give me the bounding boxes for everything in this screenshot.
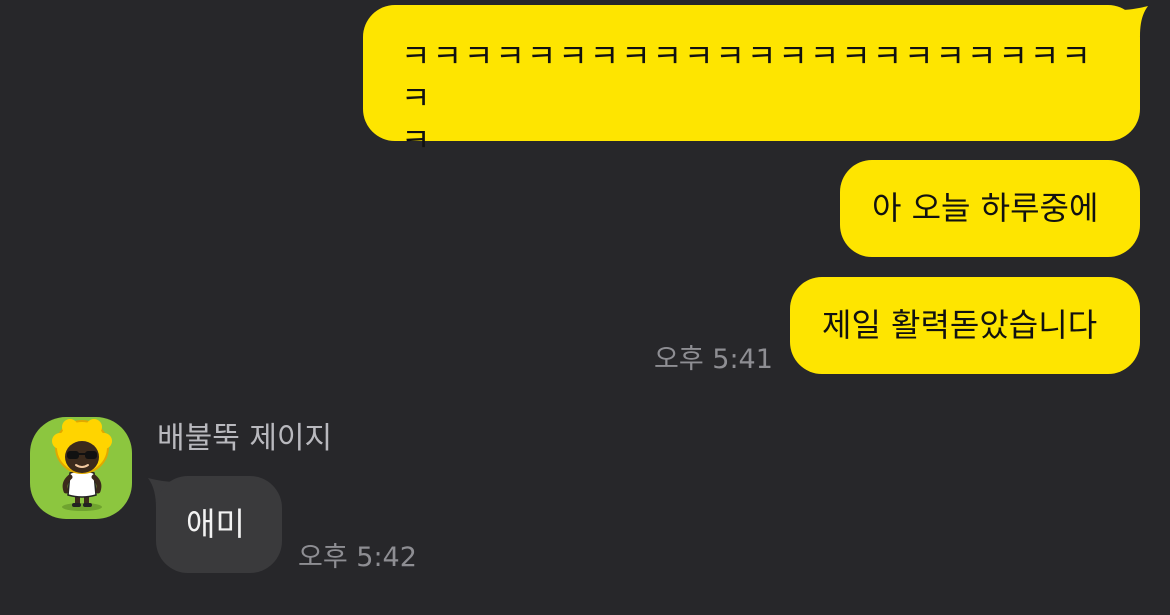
message-text: 아 오늘 하루중에	[872, 189, 1099, 227]
message-text: 애미	[186, 505, 245, 543]
sent-message-bubble[interactable]: 제일 활력돋았습니다	[790, 277, 1140, 374]
sent-message-bubble[interactable]: 아 오늘 하루중에	[840, 160, 1140, 257]
message-text: 제일 활력돋았습니다	[822, 306, 1098, 344]
bubble-tail	[1120, 6, 1148, 36]
message-timestamp: 오후 5:42	[298, 542, 417, 573]
profile-avatar[interactable]	[30, 417, 132, 519]
received-message-bubble[interactable]: 애미	[156, 476, 282, 573]
message-timestamp: 오후 5:41	[654, 344, 773, 375]
sent-message-bubble[interactable]: ㅋㅋㅋㅋㅋㅋㅋㅋㅋㅋㅋㅋㅋㅋㅋㅋㅋㅋㅋㅋㅋㅋㅋ ㅋ	[363, 5, 1140, 159]
message-text: ㅋㅋㅋㅋㅋㅋㅋㅋㅋㅋㅋㅋㅋㅋㅋㅋㅋㅋㅋㅋㅋㅋㅋ ㅋ	[401, 37, 1093, 159]
sender-name: 배불뚝 제이지	[157, 421, 333, 456]
jay-g-character-avatar-icon	[52, 419, 112, 511]
